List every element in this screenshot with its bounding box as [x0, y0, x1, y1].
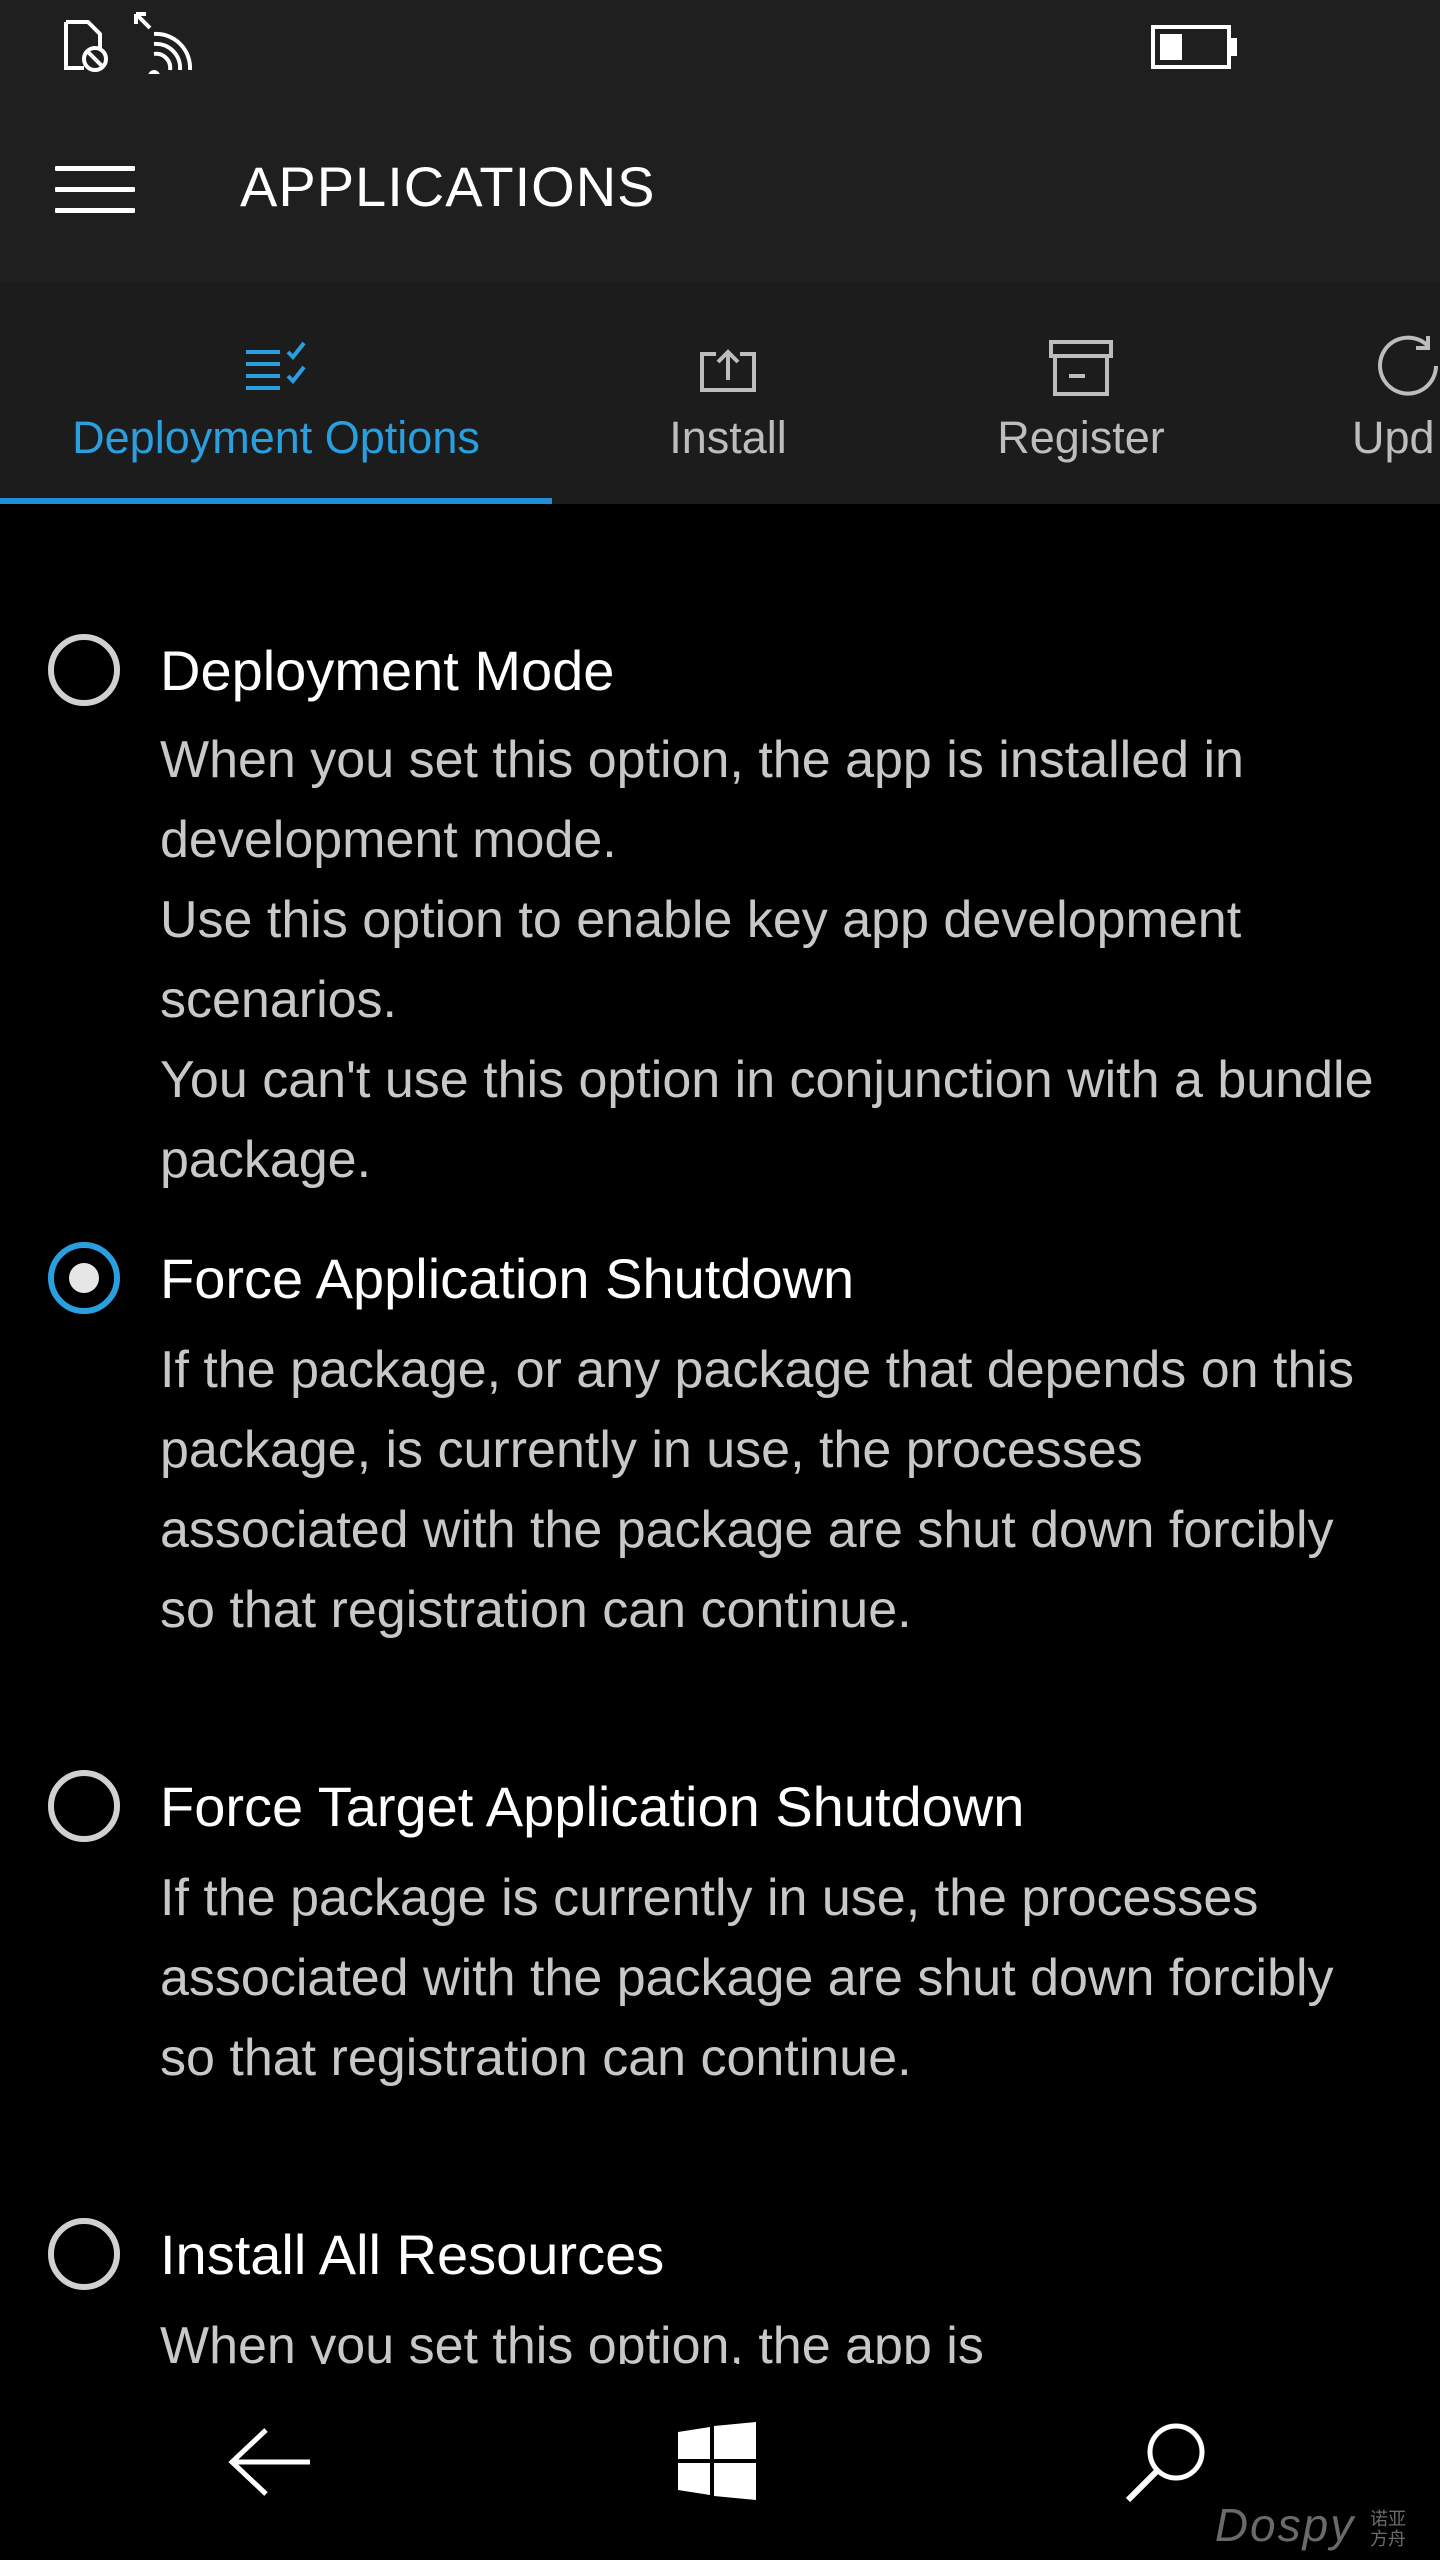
description-paragraph: If the package, or any package that depe… [160, 1341, 1354, 1639]
wifi-icon [134, 12, 193, 74]
hamburger-line [55, 208, 135, 213]
option-description: When you set this option, the app is [160, 2306, 1400, 2364]
hamburger-line [55, 187, 135, 192]
tab-register[interactable]: Register [970, 282, 1192, 504]
radio-install-all-resources[interactable] [48, 2218, 120, 2290]
title-bar: APPLICATIONS [0, 96, 1440, 282]
description-paragraph: If the package is currently in use, the … [160, 1869, 1334, 2087]
description-paragraph: Use this option to enable key app develo… [160, 891, 1242, 1029]
radio-deployment-mode[interactable] [48, 634, 120, 706]
tab-label: Register [997, 412, 1165, 463]
radio-force-target-application-shutdown[interactable] [48, 1770, 120, 1842]
watermark-sub: 诺亚方舟 [1370, 2508, 1406, 2549]
hamburger-line [55, 166, 135, 171]
option-description: If the package is currently in use, the … [160, 1858, 1400, 2098]
tab-label: Deployment Options [72, 412, 480, 463]
checklist-icon [246, 341, 306, 390]
watermark-brand: Dospy [1214, 2499, 1356, 2551]
windows-start-icon[interactable] [678, 2422, 756, 2500]
no-sim-icon [64, 20, 108, 72]
back-icon[interactable] [228, 2426, 314, 2498]
tab-update[interactable]: Upd [1352, 282, 1440, 504]
hamburger-menu-button[interactable] [55, 166, 135, 213]
tab-install[interactable]: Install [628, 282, 828, 504]
option-description: When you set this option, the app is ins… [160, 720, 1400, 1200]
option-label[interactable]: Install All Resources [160, 2222, 664, 2287]
tab-label: Install [669, 412, 787, 463]
status-bar [0, 0, 1440, 96]
refresh-icon [1378, 335, 1438, 396]
search-icon[interactable] [1124, 2420, 1208, 2504]
page-title: APPLICATIONS [240, 155, 656, 218]
upload-icon [700, 349, 756, 392]
option-description: If the package, or any package that depe… [160, 1330, 1400, 1650]
navigation-bar: Dospy 诺亚方舟 [0, 2364, 1440, 2560]
radio-force-application-shutdown[interactable] [48, 1242, 120, 1314]
pivot-tabs: Deployment Options Install Register Upd [0, 282, 1440, 504]
option-label[interactable]: Force Application Shutdown [160, 1246, 854, 1311]
description-paragraph: When you set this option, the app is [160, 2317, 984, 2364]
archive-icon [1049, 340, 1113, 396]
tab-deployment-options[interactable]: Deployment Options [0, 282, 552, 504]
option-label[interactable]: Force Target Application Shutdown [160, 1774, 1024, 1839]
description-paragraph: You can't use this option in conjunction… [160, 1051, 1374, 1189]
deployment-options-list[interactable]: Deployment Mode When you set this option… [0, 504, 1440, 2364]
tab-label: Upd [1352, 412, 1435, 463]
battery-icon [1151, 25, 1237, 69]
description-paragraph: When you set this option, the app is ins… [160, 731, 1244, 869]
watermark: Dospy 诺亚方舟 [1215, 2498, 1410, 2552]
option-label[interactable]: Deployment Mode [160, 638, 614, 703]
